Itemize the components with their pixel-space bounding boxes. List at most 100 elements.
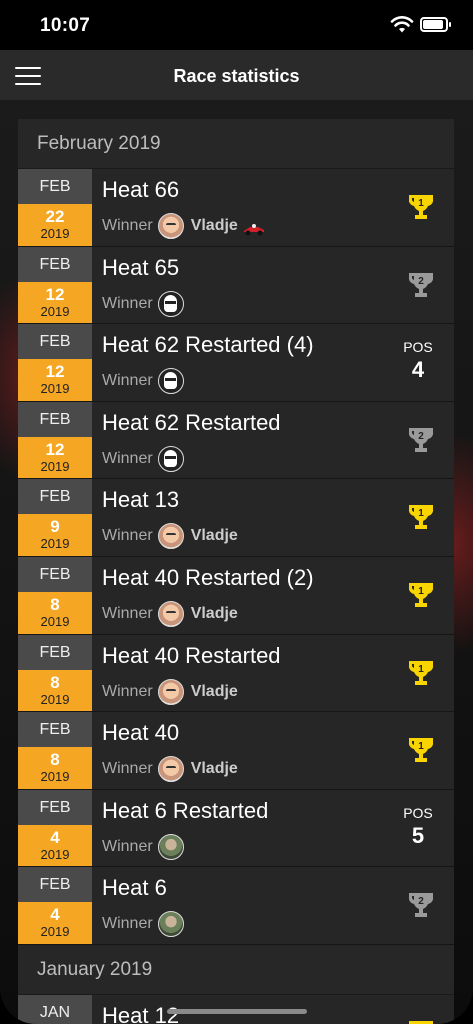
gold-trophy-icon: 1 [408, 738, 434, 763]
trophy-rank: 1 [418, 664, 424, 675]
date-badge: FEB 8 2019 [18, 556, 92, 634]
home-indicator[interactable] [167, 1009, 307, 1014]
position-label: POS [403, 804, 433, 821]
date-year: 2019 [40, 691, 70, 707]
date-day-year: 12 2019 [18, 359, 92, 401]
date-day-year: 4 2019 [18, 902, 92, 944]
date-day-year: 4 2019 [18, 824, 92, 867]
gold-trophy-icon: 1 [408, 582, 434, 607]
position-result: POS 4 [398, 339, 438, 383]
winner-info: Winner Vladje [102, 678, 238, 705]
race-row[interactable]: FEB 8 2019 Heat 40 Winner Vladje 1 [18, 712, 454, 790]
phone-screen: 10:07 Race statistics February 2019 FEB 22… [0, 0, 473, 1024]
heat-title: Heat 66 [102, 177, 180, 202]
date-year: 2019 [40, 303, 70, 319]
race-row[interactable]: FEB 22 2019 Heat 66 Winner Vladje 1 [18, 169, 454, 247]
heat-title: Heat 13 [102, 487, 180, 513]
date-month: FEB [18, 324, 92, 360]
heat-title: Heat 62 Restarted [102, 409, 281, 435]
winner-avatar[interactable] [157, 368, 184, 395]
winner-avatar[interactable] [157, 911, 184, 938]
winner-avatar[interactable] [157, 756, 184, 783]
date-year: 2019 [40, 536, 70, 552]
date-day-year: 8 2019 [18, 591, 92, 634]
notch [118, 0, 356, 32]
race-list[interactable]: February 2019 FEB 22 2019 Heat 66 Winner Vladj… [18, 119, 454, 1024]
trophy-rank: 2 [418, 276, 424, 287]
winner-info: Winner [102, 445, 184, 472]
race-row[interactable]: FEB 12 2019 Heat 65 Winner 2 [18, 246, 454, 325]
date-month: FEB [18, 634, 92, 670]
winner-info: Winner Vladje [102, 600, 238, 627]
position-result: POS 5 [398, 805, 438, 849]
wifi-icon [390, 16, 414, 33]
winner-name: Vladje [190, 682, 238, 700]
kart-icon [243, 224, 264, 236]
date-year: 2019 [40, 381, 70, 397]
section-header: February 2019 [18, 119, 454, 169]
winner-avatar[interactable] [157, 213, 184, 239]
date-badge: FEB 8 2019 [18, 712, 92, 789]
date-year: 2019 [40, 458, 70, 474]
winner-info: Winner [102, 833, 184, 860]
race-row[interactable]: FEB 4 2019 Heat 6 Winner 2 [18, 867, 454, 945]
date-day-year: 8 2019 [18, 669, 92, 712]
race-row[interactable]: FEB 8 2019 Heat 40 Restarted Winner Vladje 1 [18, 634, 454, 713]
heat-title: Heat 62 Restarted (4) [102, 332, 314, 358]
race-row[interactable]: FEB 12 2019 Heat 62 Restarted Winner 2 [18, 401, 454, 480]
winner-label: Winner [102, 372, 153, 390]
date-badge: FEB 9 2019 [18, 479, 92, 556]
date-month: FEB [18, 479, 92, 515]
winner-name: Vladje [190, 760, 238, 778]
winner-name: Vladje [190, 604, 238, 622]
race-row[interactable]: FEB 4 2019 Heat 6 Restarted Winner POS 5 [18, 789, 454, 868]
position-value: 4 [411, 357, 425, 383]
winner-avatar[interactable] [157, 445, 184, 472]
date-badge: FEB 12 2019 [18, 401, 92, 479]
winner-avatar[interactable] [157, 290, 184, 317]
winner-label: Winner [102, 449, 153, 467]
date-year: 2019 [40, 769, 70, 785]
winner-info: Winner Vladje [102, 756, 238, 783]
winner-info: Winner [102, 290, 184, 317]
date-day: 9 [50, 517, 60, 537]
date-day-year: 12 2019 [18, 281, 92, 324]
date-badge: FEB 4 2019 [18, 789, 92, 867]
trophy-rank: 1 [418, 508, 424, 519]
date-day: 8 [50, 672, 60, 692]
race-row[interactable]: FEB 9 2019 Heat 13 Winner Vladje 1 [18, 479, 454, 557]
date-month: FEB [18, 556, 92, 592]
trophy-rank: 1 [418, 198, 424, 209]
position-label: POS [403, 339, 433, 356]
date-year: 2019 [40, 613, 70, 629]
date-badge: FEB 22 2019 [18, 169, 92, 246]
race-row[interactable]: FEB 12 2019 Heat 62 Restarted (4) Winner POS 4 [18, 324, 454, 402]
date-day: 22 [45, 207, 65, 226]
date-month: FEB [18, 169, 92, 204]
trophy-rank: 1 [418, 741, 424, 752]
winner-avatar[interactable] [157, 678, 184, 705]
gold-trophy-icon: 1 [408, 195, 434, 219]
gold-trophy-icon: 1 [408, 660, 434, 685]
page-title: Race statistics [173, 66, 300, 86]
battery-icon [420, 17, 451, 32]
winner-info: Winner [102, 368, 184, 395]
race-row[interactable]: FEB 8 2019 Heat 40 Restarted (2) Winner Vladj… [18, 556, 454, 635]
winner-label: Winner [102, 682, 153, 700]
winner-avatar[interactable] [157, 600, 184, 627]
date-month: FEB [18, 246, 92, 282]
winner-avatar[interactable] [157, 833, 184, 860]
date-badge: FEB 4 2019 [18, 867, 92, 944]
date-day: 4 [50, 905, 60, 925]
heat-title: Heat 40 [102, 720, 180, 746]
date-badge: FEB 12 2019 [18, 246, 92, 324]
date-day: 4 [50, 827, 60, 847]
date-day-year: 8 2019 [18, 747, 92, 789]
date-month: FEB [18, 789, 92, 825]
trophy-rank: 2 [418, 896, 424, 907]
date-year: 2019 [40, 226, 70, 241]
winner-name: Vladje [190, 527, 238, 545]
winner-avatar[interactable] [157, 523, 184, 550]
winner-label: Winner [102, 294, 153, 312]
status-bar: 10:07 [0, 0, 473, 50]
